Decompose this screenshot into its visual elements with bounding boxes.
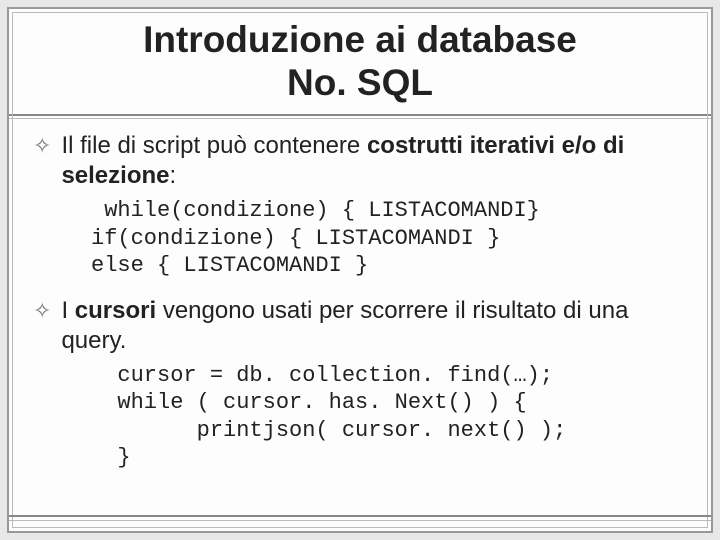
bottom-divider-thin [9, 520, 711, 521]
slide-frame: Introduzione ai database No. SQL ✧ Il fi… [7, 7, 713, 533]
inner-border [12, 12, 708, 528]
bottom-divider [9, 515, 711, 517]
